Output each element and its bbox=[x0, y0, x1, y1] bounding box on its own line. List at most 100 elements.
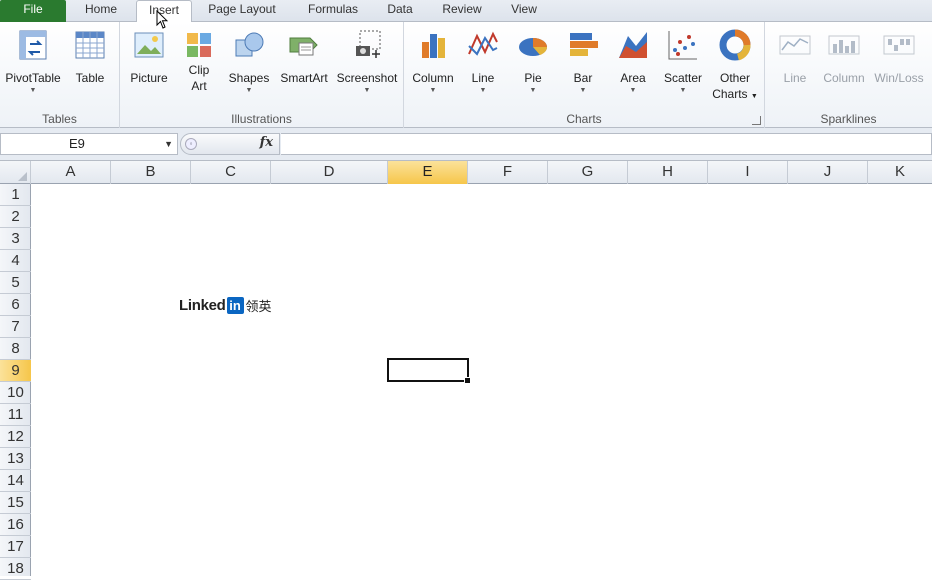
sparkline-line-icon bbox=[779, 35, 811, 55]
clip-art-button[interactable]: Clip Art bbox=[178, 28, 220, 94]
pie-chart-icon bbox=[519, 38, 548, 56]
mouse-cursor-icon bbox=[156, 10, 168, 29]
row-header[interactable]: 8 bbox=[0, 338, 31, 360]
name-box[interactable]: E9 ▼ bbox=[0, 133, 178, 155]
group-label-sparklines: Sparklines bbox=[820, 112, 877, 126]
row-header[interactable]: 16 bbox=[0, 514, 31, 536]
linkedin-logo: Linked in 领英 bbox=[179, 296, 272, 314]
sparkline-winloss-button[interactable]: Win/Loss bbox=[871, 28, 927, 86]
other-charts-button[interactable]: Other Charts ▼ bbox=[710, 28, 760, 105]
active-cell-e9[interactable] bbox=[387, 358, 471, 384]
row-header-selected[interactable]: 9 bbox=[0, 360, 31, 382]
row-headers: 1 2 3 4 5 6 7 8 9 10 11 12 13 14 15 16 1… bbox=[0, 184, 31, 580]
row-header[interactable]: 12 bbox=[0, 426, 31, 448]
chevron-down-icon: ▼ bbox=[750, 93, 758, 100]
chevron-down-icon: ▼ bbox=[479, 87, 487, 94]
tab-review[interactable]: Review bbox=[430, 0, 494, 22]
worksheet-grid[interactable]: Linked in 领英 bbox=[31, 184, 932, 576]
row-header[interactable]: 18 bbox=[0, 558, 31, 580]
row-header[interactable]: 13 bbox=[0, 448, 31, 470]
column-header-k[interactable]: K bbox=[868, 161, 932, 184]
column-header-g[interactable]: G bbox=[548, 161, 628, 184]
sparkline-winloss-icon bbox=[883, 35, 915, 55]
sparkline-line-button[interactable]: Line bbox=[771, 28, 819, 86]
screenshot-icon bbox=[356, 30, 381, 58]
area-chart-button[interactable]: Area ▼ bbox=[612, 28, 654, 95]
row-header[interactable]: 10 bbox=[0, 382, 31, 404]
bar-chart-button[interactable]: Bar ▼ bbox=[562, 28, 604, 95]
column-header-h[interactable]: H bbox=[628, 161, 708, 184]
chevron-down-icon: ▼ bbox=[429, 87, 437, 94]
column-header-f[interactable]: F bbox=[468, 161, 548, 184]
insert-function-button[interactable]: fx bbox=[260, 135, 273, 150]
tab-file[interactable]: File bbox=[0, 0, 66, 22]
scatter-chart-icon bbox=[668, 31, 697, 60]
area-chart-icon bbox=[619, 32, 647, 58]
chevron-down-icon: ▼ bbox=[579, 87, 587, 94]
row-header[interactable]: 5 bbox=[0, 272, 31, 294]
pivottable-icon bbox=[19, 30, 47, 60]
group-illustrations: Picture Clip Art Shapes ▼ SmartArt Scree… bbox=[120, 22, 404, 128]
pivottable-button[interactable]: PivotTable ▼ bbox=[2, 28, 64, 95]
formula-controls: ◦ fx bbox=[180, 133, 280, 155]
table-icon bbox=[75, 31, 105, 59]
sparkline-column-icon bbox=[828, 35, 860, 55]
shapes-icon bbox=[235, 32, 264, 57]
sparkline-column-button[interactable]: Column bbox=[819, 28, 869, 86]
column-header-j[interactable]: J bbox=[788, 161, 868, 184]
column-header-c[interactable]: C bbox=[191, 161, 271, 184]
smartart-icon bbox=[289, 37, 318, 56]
chevron-down-icon: ▼ bbox=[529, 87, 537, 94]
smartart-button[interactable]: SmartArt bbox=[274, 28, 334, 86]
table-button[interactable]: Table bbox=[66, 28, 114, 86]
row-header[interactable]: 15 bbox=[0, 492, 31, 514]
screenshot-button[interactable]: Screenshot ▼ bbox=[332, 28, 402, 95]
row-header[interactable]: 3 bbox=[0, 228, 31, 250]
row-header[interactable]: 7 bbox=[0, 316, 31, 338]
pie-chart-button[interactable]: Pie ▼ bbox=[512, 28, 554, 95]
formula-input[interactable] bbox=[281, 133, 932, 155]
chevron-down-icon: ▼ bbox=[245, 87, 253, 94]
column-chart-button[interactable]: Column ▼ bbox=[410, 28, 456, 95]
line-chart-button[interactable]: Line ▼ bbox=[462, 28, 504, 95]
tab-page-layout[interactable]: Page Layout bbox=[195, 0, 289, 22]
tab-view[interactable]: View bbox=[498, 0, 550, 22]
group-label-illustrations: Illustrations bbox=[231, 112, 292, 126]
select-all-button[interactable] bbox=[0, 161, 31, 184]
row-header[interactable]: 6 bbox=[0, 294, 31, 316]
column-header-e[interactable]: E bbox=[388, 161, 468, 184]
row-header[interactable]: 4 bbox=[0, 250, 31, 272]
group-label-charts: Charts bbox=[566, 112, 602, 126]
scatter-chart-button[interactable]: Scatter ▼ bbox=[660, 28, 706, 95]
column-header-i[interactable]: I bbox=[708, 161, 788, 184]
tab-data[interactable]: Data bbox=[374, 0, 426, 22]
ribbon-tab-bar: File Home Insert Page Layout Formulas Da… bbox=[0, 0, 932, 23]
chevron-down-icon[interactable]: ▼ bbox=[164, 134, 173, 154]
doughnut-chart-icon bbox=[719, 29, 751, 61]
bar-chart-icon bbox=[570, 33, 598, 56]
picture-icon bbox=[134, 32, 164, 58]
chevron-down-icon: ▼ bbox=[363, 87, 371, 94]
tab-home[interactable]: Home bbox=[66, 0, 136, 22]
tab-formulas[interactable]: Formulas bbox=[294, 0, 372, 22]
group-tables: PivotTable ▼ Table Tables bbox=[0, 22, 120, 128]
chevron-down-icon: ▼ bbox=[29, 87, 37, 94]
expand-icon[interactable]: ◦ bbox=[185, 138, 197, 150]
shapes-button[interactable]: Shapes ▼ bbox=[224, 28, 274, 95]
line-chart-icon bbox=[468, 31, 498, 56]
ribbon-insert: PivotTable ▼ Table Tables Picture Clip A… bbox=[0, 22, 932, 128]
row-header[interactable]: 14 bbox=[0, 470, 31, 492]
row-header[interactable]: 17 bbox=[0, 536, 31, 558]
row-header[interactable]: 2 bbox=[0, 206, 31, 228]
column-headers: A B C D E F G H I J K bbox=[0, 161, 932, 184]
column-chart-icon bbox=[422, 34, 445, 58]
formula-bar: E9 ▼ ◦ fx bbox=[0, 128, 932, 161]
row-header[interactable]: 1 bbox=[0, 184, 31, 206]
clip-art-icon bbox=[187, 33, 211, 57]
column-header-a[interactable]: A bbox=[31, 161, 111, 184]
column-header-b[interactable]: B bbox=[111, 161, 191, 184]
group-label-tables: Tables bbox=[42, 112, 77, 126]
row-header[interactable]: 11 bbox=[0, 404, 31, 426]
picture-button[interactable]: Picture bbox=[126, 28, 172, 86]
column-header-d[interactable]: D bbox=[271, 161, 388, 184]
